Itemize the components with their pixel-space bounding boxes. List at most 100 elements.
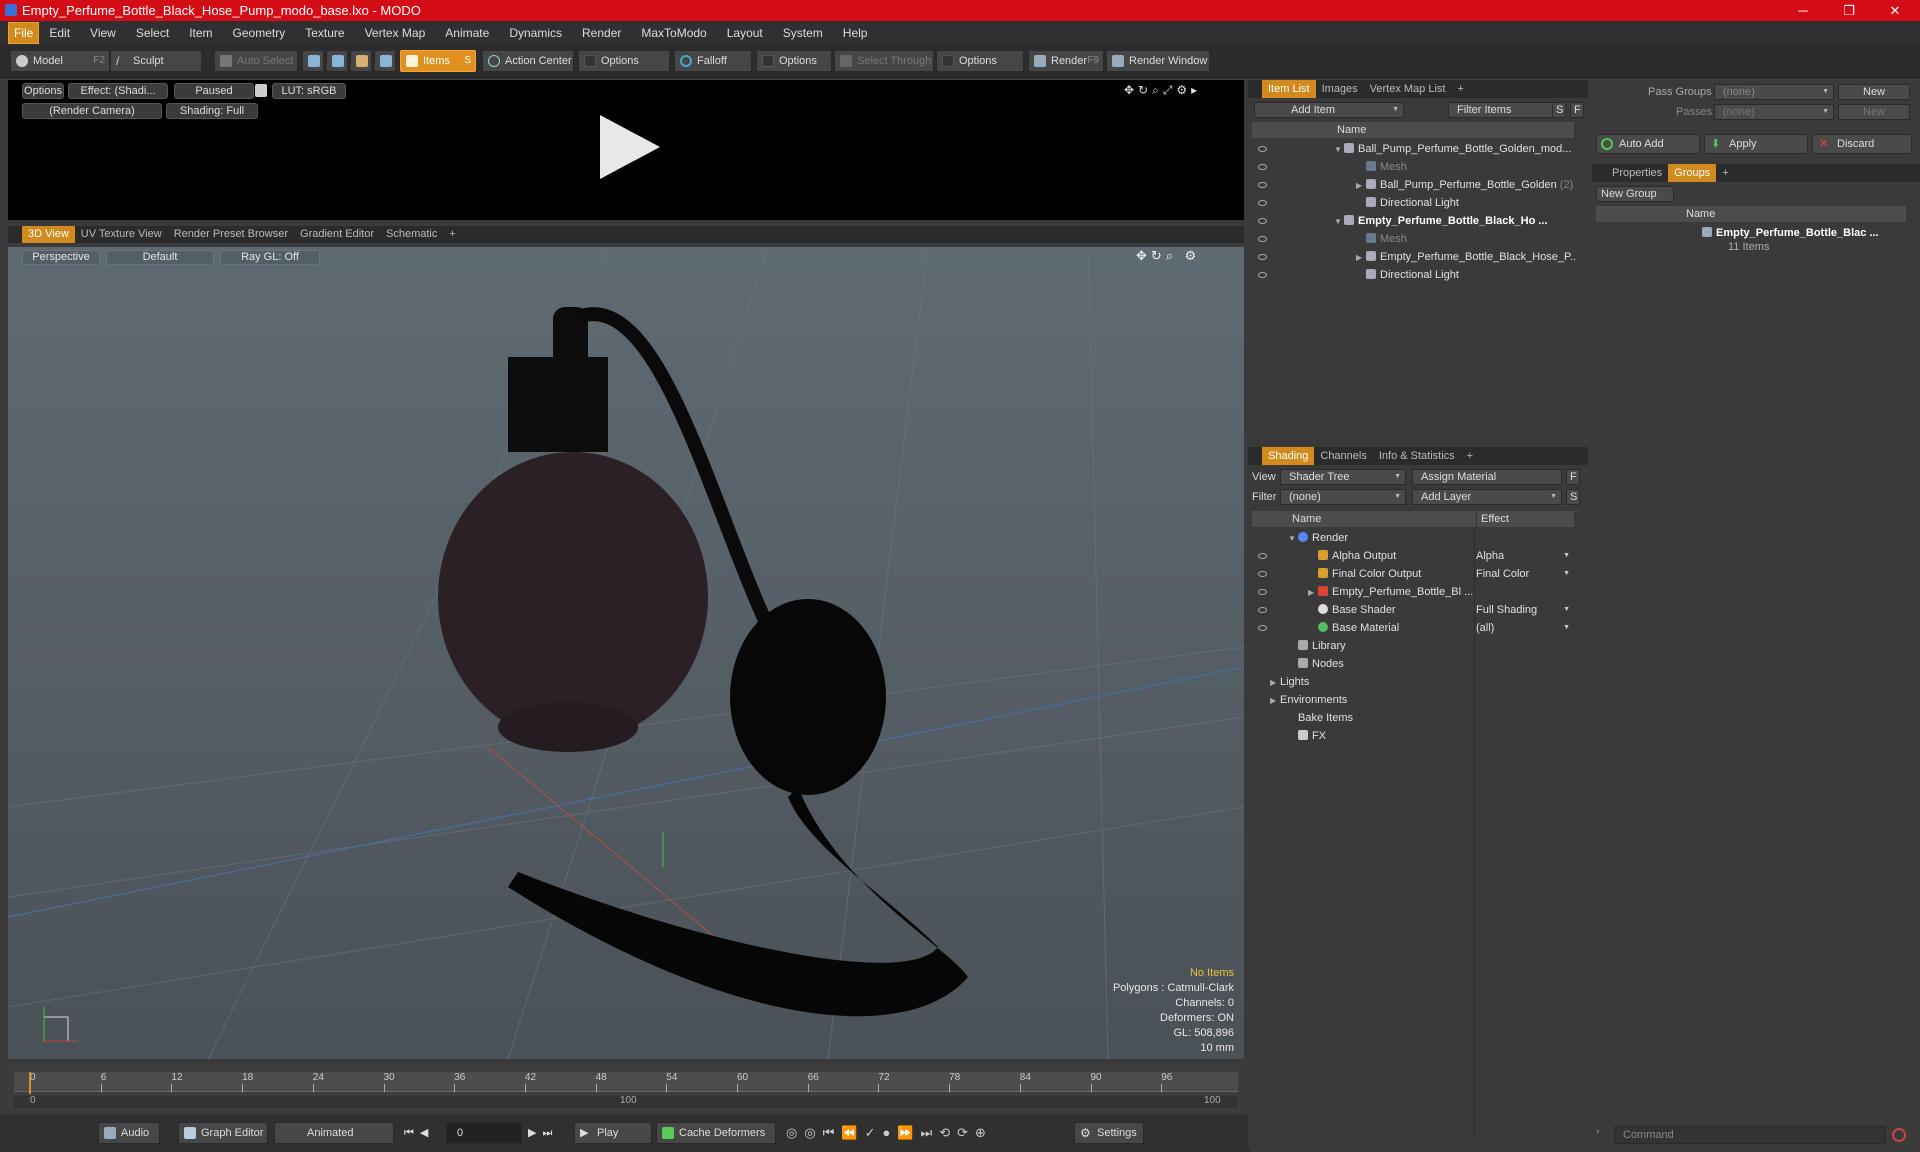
- default-dropdown[interactable]: Default: [106, 250, 214, 265]
- preview-effect-dropdown[interactable]: Effect: (Shadi...: [68, 83, 168, 99]
- menu-layout[interactable]: Layout: [717, 23, 773, 43]
- item-list-row[interactable]: ▶ Ball_Pump_Perfume_Bottle_Golden (2): [1356, 176, 1576, 194]
- menu-render[interactable]: Render: [572, 23, 631, 43]
- item-list-row[interactable]: ▼ Ball_Pump_Perfume_Bottle_Golden_mod...: [1334, 140, 1576, 158]
- tab-item-list[interactable]: Item List: [1262, 80, 1316, 98]
- minimize-button[interactable]: ─: [1780, 0, 1826, 21]
- shader-tree-row[interactable]: Nodes: [1288, 655, 1476, 673]
- item-list-row[interactable]: Mesh: [1356, 230, 1576, 248]
- visibility-eye-icon[interactable]: [1258, 589, 1267, 595]
- item-list-row[interactable]: ▶ Empty_Perfume_Bottle_Black_Hose_P...: [1356, 248, 1576, 266]
- pass-groups-new-button[interactable]: New: [1838, 84, 1910, 100]
- shader-tree-row[interactable]: ▶ Environments: [1270, 691, 1476, 709]
- visibility-eye-icon[interactable]: [1258, 218, 1267, 224]
- shading-f-button[interactable]: F: [1566, 469, 1580, 485]
- add-tab-button[interactable]: +: [1461, 447, 1479, 465]
- menu-file[interactable]: File: [8, 22, 40, 44]
- graph-editor-button[interactable]: Graph Editor: [178, 1122, 268, 1144]
- play-button[interactable]: ▶ Play: [574, 1122, 652, 1144]
- close-button[interactable]: ✕: [1872, 0, 1918, 21]
- menu-vertex-map[interactable]: Vertex Map: [355, 23, 436, 43]
- menu-help[interactable]: Help: [833, 23, 878, 43]
- visibility-eye-icon[interactable]: [1258, 236, 1267, 242]
- tab-schematic[interactable]: Schematic: [380, 226, 443, 243]
- viewport-nav-icons[interactable]: ✥↻⌕ ⚙: [1136, 248, 1200, 264]
- range-bar[interactable]: 0 100 100: [14, 1095, 1238, 1108]
- menu-maxtomodo[interactable]: MaxToModo: [631, 23, 716, 43]
- filter-dropdown[interactable]: (none): [1280, 489, 1406, 505]
- polygons-mode-button[interactable]: [350, 50, 372, 72]
- visibility-eye-icon[interactable]: [1258, 254, 1267, 260]
- effect-dropdown[interactable]: (all) ▼: [1476, 619, 1574, 637]
- action-center-options-button[interactable]: Options: [578, 50, 670, 72]
- visibility-eye-icon[interactable]: [1258, 146, 1267, 152]
- add-tab-button[interactable]: +: [1451, 80, 1469, 98]
- tab-3d-view[interactable]: 3D View: [22, 226, 75, 243]
- ray-gl-dropdown[interactable]: Ray GL: Off: [220, 250, 320, 265]
- visibility-eye-icon[interactable]: [1258, 272, 1267, 278]
- menu-geometry[interactable]: Geometry: [223, 23, 296, 43]
- filter-items-input[interactable]: Filter Items: [1448, 102, 1560, 118]
- shader-tree-row[interactable]: Library: [1288, 637, 1476, 655]
- preview-shading-dropdown[interactable]: Shading: Full: [166, 103, 258, 119]
- shader-tree-row[interactable]: Base Material: [1308, 619, 1476, 637]
- select-through-button[interactable]: Select Through: [834, 50, 934, 72]
- filter-f-button[interactable]: F: [1570, 102, 1584, 118]
- menu-system[interactable]: System: [773, 23, 833, 43]
- timeline[interactable]: 0 6 12 18 24 30 36 42 48 54 60 66 72 78 84 90 96 0 100 1…: [8, 1064, 1244, 1112]
- expand-arrow-icon[interactable]: ▶: [1270, 674, 1280, 691]
- add-item-dropdown[interactable]: Add Item: [1254, 102, 1404, 118]
- shader-tree-row[interactable]: ▼ Render: [1288, 529, 1476, 547]
- tab-channels[interactable]: Channels: [1314, 447, 1372, 465]
- settings-button[interactable]: ⚙ Settings: [1074, 1122, 1144, 1144]
- preview-lut-dropdown[interactable]: LUT: sRGB: [272, 83, 346, 99]
- tab-gradient-editor[interactable]: Gradient Editor: [294, 226, 380, 243]
- key-tools-icons[interactable]: ◎◎⏮⏪✓●⏩⏭⟲⟳⊕: [786, 1125, 993, 1141]
- render-window-button[interactable]: Render Window: [1106, 50, 1210, 72]
- tab-images[interactable]: Images: [1316, 80, 1364, 98]
- pass-groups-dropdown[interactable]: (none): [1714, 84, 1834, 100]
- item-list-row[interactable]: ▼ Empty_Perfume_Bottle_Black_Ho ...: [1334, 212, 1576, 230]
- menu-dynamics[interactable]: Dynamics: [499, 23, 572, 43]
- command-expand-icon[interactable]: ›: [1596, 1126, 1602, 1138]
- visibility-eye-icon[interactable]: [1258, 571, 1267, 577]
- auto-select-button[interactable]: Auto Select: [214, 50, 298, 72]
- tab-render-preset-browser[interactable]: Render Preset Browser: [168, 226, 294, 243]
- passes-new-button[interactable]: New: [1838, 104, 1910, 120]
- menu-view[interactable]: View: [80, 23, 126, 43]
- item-list-row[interactable]: Mesh: [1356, 158, 1576, 176]
- falloff-button[interactable]: Falloff: [674, 50, 752, 72]
- model-button[interactable]: Model F2: [10, 50, 110, 72]
- shader-tree-row[interactable]: Alpha Output: [1308, 547, 1476, 565]
- expand-arrow-icon[interactable]: ▶: [1308, 584, 1318, 601]
- preview-camera-dropdown[interactable]: (Render Camera): [22, 103, 162, 119]
- visibility-eye-icon[interactable]: [1258, 625, 1267, 631]
- view-dropdown[interactable]: Shader Tree: [1280, 469, 1406, 485]
- shading-s-button[interactable]: S: [1566, 489, 1580, 505]
- expand-arrow-icon[interactable]: ▶: [1356, 177, 1366, 194]
- menu-animate[interactable]: Animate: [435, 23, 499, 43]
- add-tab-button[interactable]: +: [443, 226, 461, 243]
- filter-s-button[interactable]: S: [1552, 102, 1566, 118]
- visibility-eye-icon[interactable]: [1258, 200, 1267, 206]
- tab-shading[interactable]: Shading: [1262, 447, 1315, 465]
- animated-dropdown[interactable]: Animated: [274, 1122, 394, 1144]
- vertices-mode-button[interactable]: [302, 50, 324, 72]
- cache-deformers-button[interactable]: Cache Deformers: [656, 1122, 776, 1144]
- transport-skip-forward-icons[interactable]: ▶⏭: [528, 1126, 558, 1140]
- sculpt-button[interactable]: / Sculpt: [110, 50, 202, 72]
- effect-dropdown[interactable]: Full Shading ▼: [1476, 601, 1574, 619]
- shader-tree-row[interactable]: FX: [1288, 727, 1476, 745]
- tab-groups[interactable]: Groups: [1668, 164, 1717, 182]
- apply-button[interactable]: ⬇ Apply: [1704, 134, 1808, 154]
- passes-dropdown[interactable]: (none): [1714, 104, 1834, 120]
- audio-button[interactable]: Audio: [98, 1122, 160, 1144]
- effect-dropdown[interactable]: Alpha ▼: [1476, 547, 1574, 565]
- assign-material-button[interactable]: Assign Material: [1412, 469, 1562, 485]
- tab-vertex-map-list[interactable]: Vertex Map List: [1364, 80, 1452, 98]
- expand-arrow-icon[interactable]: ▶: [1270, 692, 1280, 709]
- edges-mode-button[interactable]: [326, 50, 348, 72]
- visibility-eye-icon[interactable]: [1258, 553, 1267, 559]
- menu-item[interactable]: Item: [179, 23, 222, 43]
- select-through-options-button[interactable]: Options: [936, 50, 1024, 72]
